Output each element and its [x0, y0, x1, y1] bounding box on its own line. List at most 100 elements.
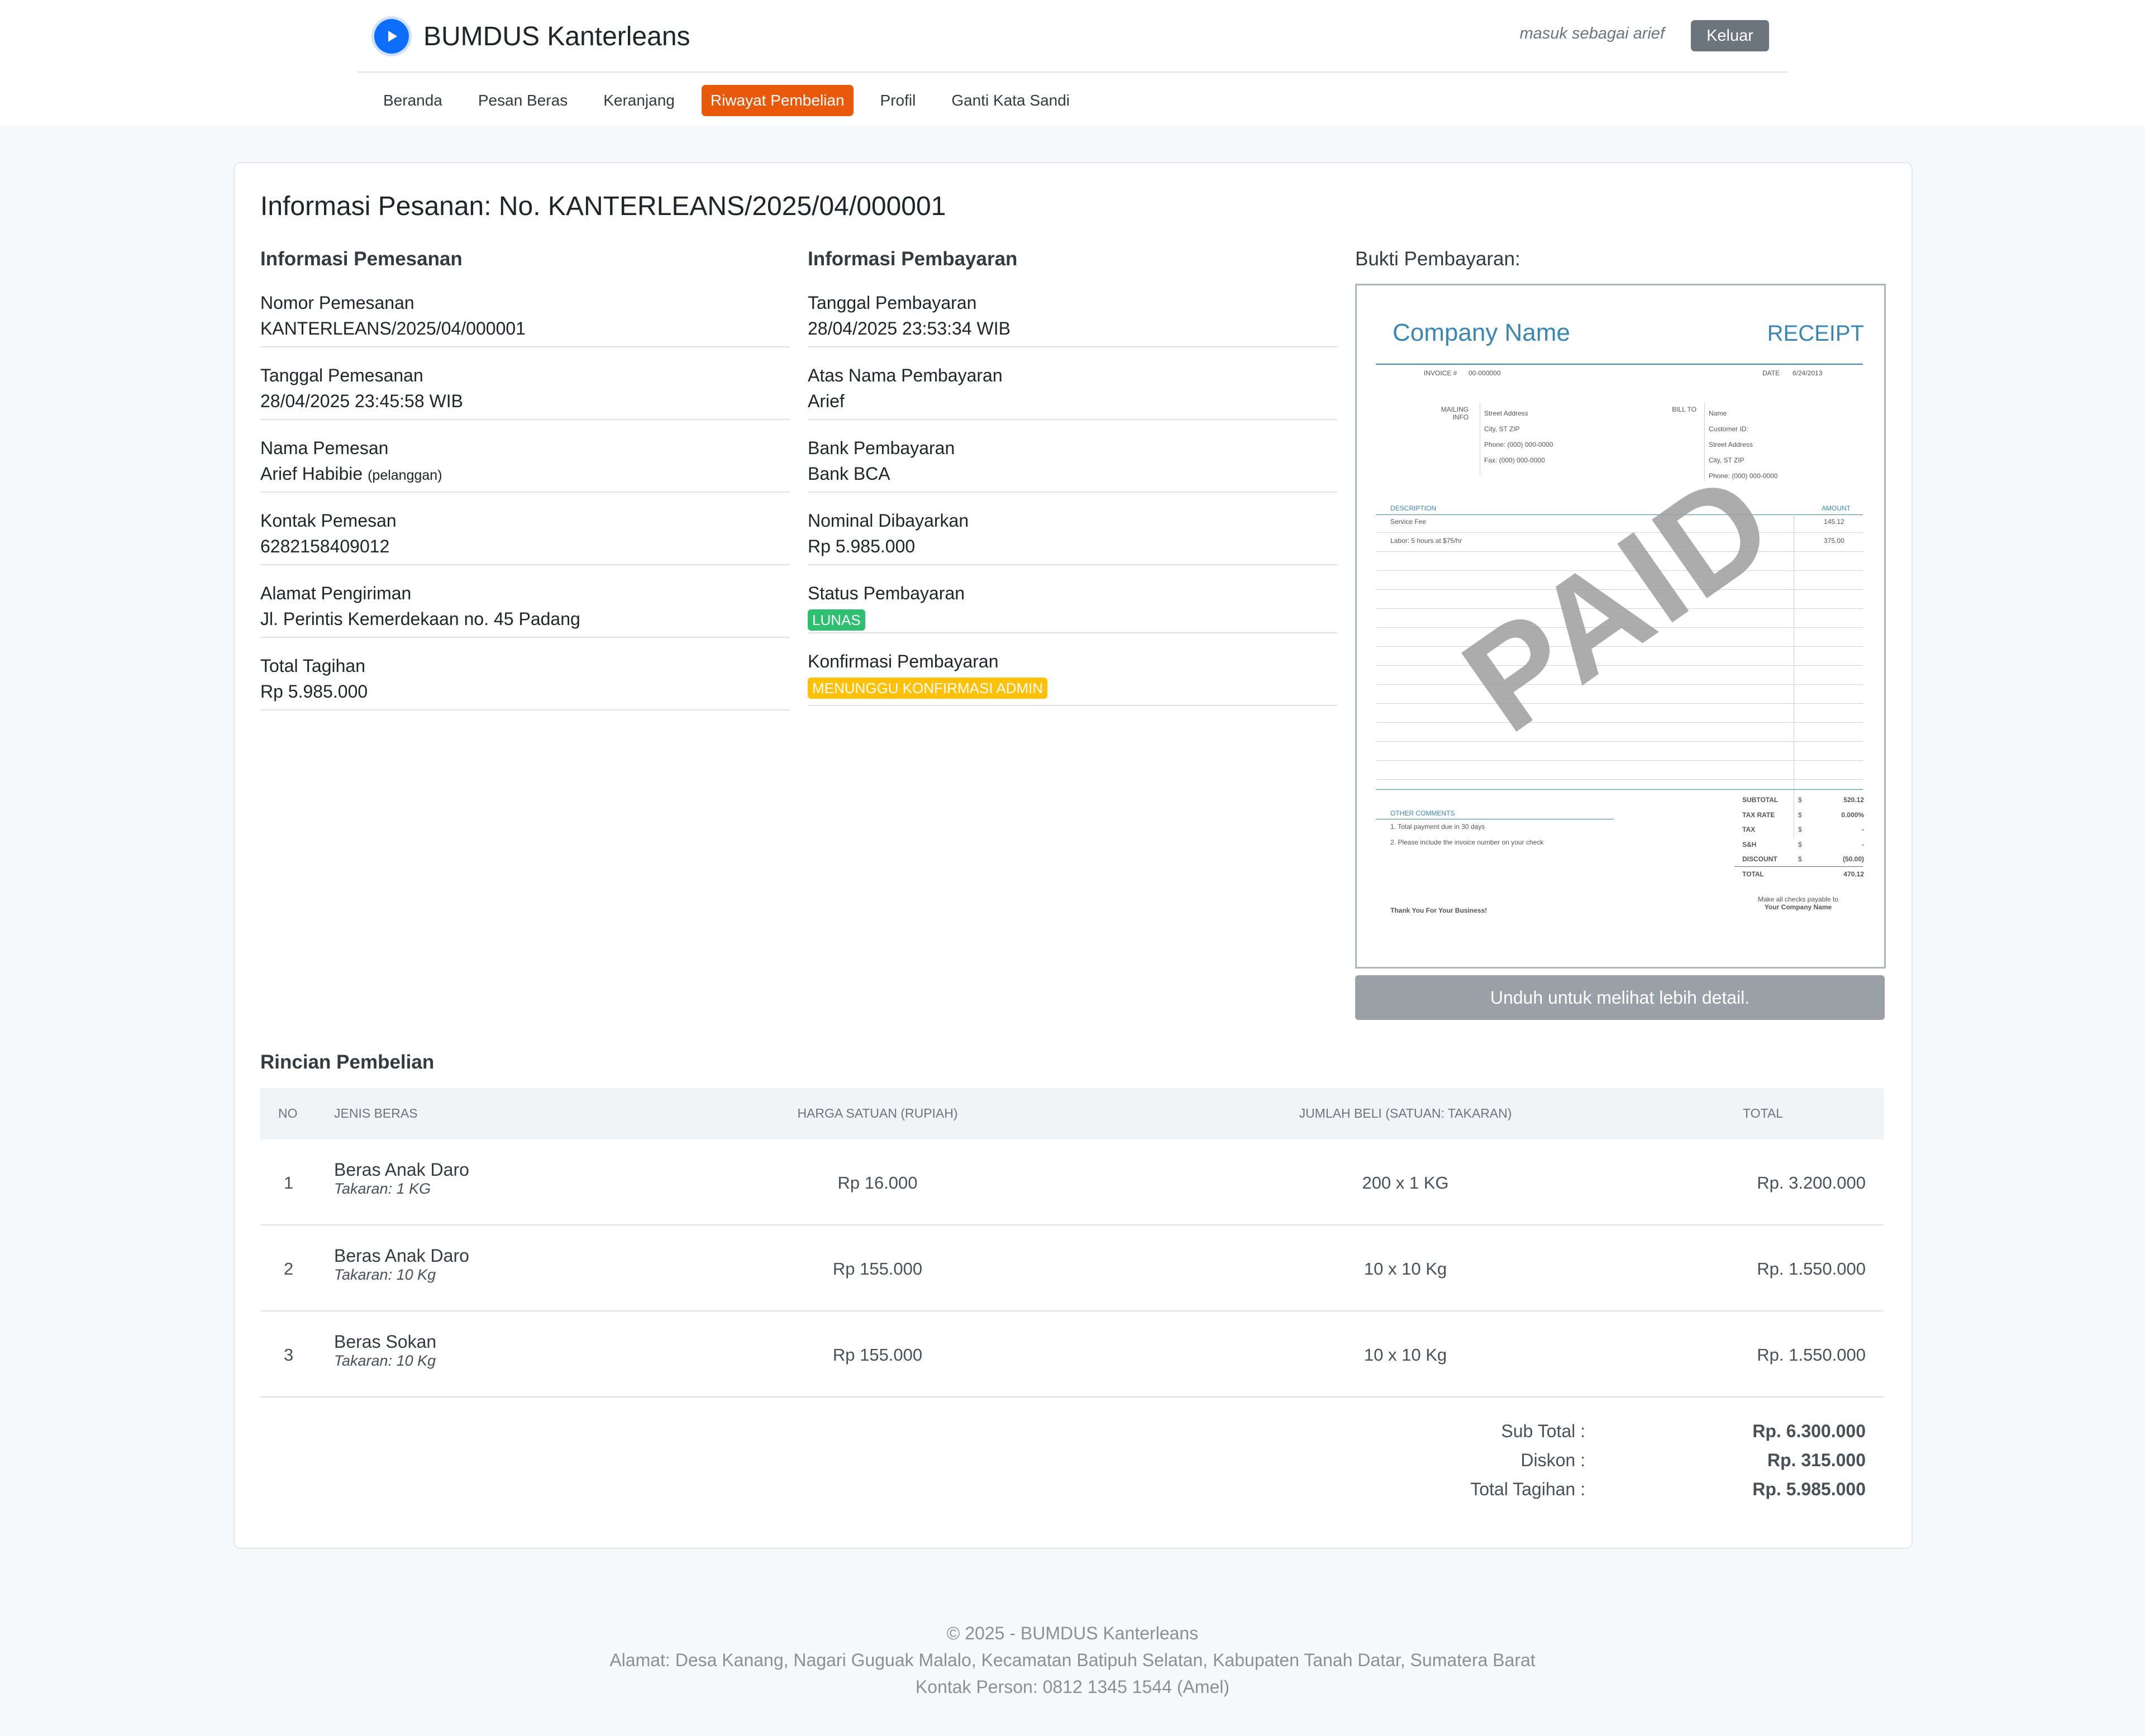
- field-value: KANTERLEANS/2025/04/000001: [260, 318, 526, 338]
- receipt-comment: 2. Please include the invoice number on …: [1390, 838, 1544, 846]
- subtotal-label: Sub Total :: [1501, 1421, 1585, 1441]
- receipt-item-desc: Labor: 5 hours at $75/hr: [1390, 537, 1462, 545]
- receipt-date-label: DATE: [1762, 369, 1780, 377]
- amount-paid-field: Nominal Dibayarkan Rp 5.985.000: [808, 508, 1337, 565]
- table-header: NO JENIS BERAS HARGA SATUAN (RUPIAH) JUM…: [260, 1088, 1884, 1139]
- field-label: Nomor Pemesanan: [260, 293, 414, 313]
- nav-pesan-beras[interactable]: Pesan Beras: [469, 85, 576, 116]
- order-date-field: Tanggal Pemesanan 28/04/2025 23:45:58 WI…: [260, 363, 790, 420]
- row-number: 3: [284, 1345, 294, 1365]
- field-label: Atas Nama Pembayaran: [808, 365, 1003, 385]
- footer-copyright: © 2025 - BUMDUS Kanterleans: [946, 1623, 1199, 1643]
- payment-bank-field: Bank Pembayaran Bank BCA: [808, 436, 1337, 493]
- field-label: Alamat Pengiriman: [260, 583, 412, 603]
- rice-size: Takaran: 10 Kg: [334, 1266, 436, 1283]
- receipt-item-amount: 145.12: [1824, 518, 1844, 526]
- field-label: Nama Pemesan: [260, 438, 389, 458]
- receipt-payable: Make all checks payable to Your Company …: [1757, 895, 1839, 911]
- quantity: 10 x 10 Kg: [1364, 1345, 1447, 1365]
- header-divider: [358, 71, 1788, 73]
- field-label: Konfirmasi Pembayaran: [808, 651, 999, 671]
- receipt-company: Company Name: [1393, 319, 1570, 346]
- footer-address: Alamat: Desa Kanang, Nagari Guguak Malal…: [609, 1650, 1536, 1670]
- footer-contact: Kontak Person: 0812 1345 1544 (Amel): [915, 1677, 1230, 1697]
- receipt-invoice-label: INVOICE #: [1424, 369, 1457, 377]
- grand-total-value: Rp. 5.985.000: [1752, 1479, 1866, 1499]
- receipt-date: 6/24/2013: [1793, 369, 1823, 377]
- column-header: JENIS BERAS: [334, 1106, 418, 1120]
- row-total: Rp. 1.550.000: [1757, 1345, 1866, 1365]
- page-title: Informasi Pesanan: No. KANTERLEANS/2025/…: [260, 192, 946, 221]
- field-value: Bank BCA: [808, 464, 890, 484]
- field-value: Jl. Perintis Kemerdekaan no. 45 Padang: [260, 609, 580, 629]
- field-label: Kontak Pemesan: [260, 511, 397, 531]
- field-value: LUNAS: [808, 605, 1337, 632]
- payment-status-field: Status Pembayaran LUNAS: [808, 581, 1337, 633]
- logout-button[interactable]: Keluar: [1691, 20, 1769, 51]
- main-nav: Beranda Pesan Beras Keranjang Riwayat Pe…: [374, 85, 1097, 116]
- column-header: TOTAL: [1743, 1106, 1783, 1120]
- receipt-item-amount: 375.00: [1824, 537, 1844, 545]
- unit-price: Rp 155.000: [832, 1259, 923, 1279]
- nav-beranda[interactable]: Beranda: [374, 85, 451, 116]
- rice-name: Beras Sokan: [334, 1332, 437, 1352]
- rice-size: Takaran: 10 Kg: [334, 1352, 436, 1369]
- shipping-address-field: Alamat Pengiriman Jl. Perintis Kemerdeka…: [260, 581, 790, 638]
- rice-size: Takaran: 1 KG: [334, 1180, 431, 1197]
- rice-name: Beras Anak Daro: [334, 1160, 469, 1180]
- rice-type: Beras Anak Daro Takaran: 1 KG: [334, 1160, 469, 1198]
- nav-ganti-kata-sandi[interactable]: Ganti Kata Sandi: [942, 85, 1079, 116]
- field-value: 28/04/2025 23:53:34 WIB: [808, 318, 1010, 338]
- proof-title: Bukti Pembayaran:: [1355, 248, 1520, 270]
- subtotal-value: Rp. 6.300.000: [1752, 1421, 1866, 1441]
- customer-role: (pelanggan): [368, 468, 442, 483]
- field-label: Nominal Dibayarkan: [808, 511, 969, 531]
- field-value: Arief: [808, 391, 845, 411]
- total-bill-field: Total Tagihan Rp 5.985.000: [260, 654, 790, 710]
- column-header: HARGA SATUAN (RUPIAH): [797, 1106, 958, 1120]
- nav-riwayat-pembelian[interactable]: Riwayat Pembelian: [701, 85, 854, 116]
- column-header: NO: [278, 1106, 298, 1120]
- download-proof-button[interactable]: Unduh untuk melihat lebih detail.: [1355, 975, 1885, 1020]
- table-row: 3 Beras Sokan Takaran: 10 Kg Rp 155.000 …: [260, 1311, 1884, 1398]
- field-value: Arief Habibie (pelanggan): [260, 460, 790, 489]
- field-label: Status Pembayaran: [808, 583, 965, 603]
- payer-name-field: Atas Nama Pembayaran Arief: [808, 363, 1337, 420]
- discount-value: Rp. 315.000: [1767, 1450, 1866, 1470]
- payment-info-title: Informasi Pembayaran: [808, 248, 1018, 270]
- field-value: 28/04/2025 23:45:58 WIB: [260, 391, 463, 411]
- field-value: Rp 5.985.000: [260, 681, 368, 702]
- row-number: 2: [284, 1259, 294, 1279]
- field-label: Tanggal Pembayaran: [808, 293, 977, 313]
- payment-date-field: Tanggal Pembayaran 28/04/2025 23:53:34 W…: [808, 290, 1337, 347]
- unit-price: Rp 155.000: [832, 1345, 923, 1365]
- confirmation-badge: MENUNGGU KONFIRMASI ADMIN: [808, 678, 1048, 699]
- row-total: Rp. 1.550.000: [1757, 1259, 1866, 1279]
- discount-label: Diskon :: [1520, 1450, 1585, 1470]
- receipt-totals-labels: SUBTOTAL TAX RATE TAX S&H DISCOUNT TOTAL: [1742, 796, 1779, 878]
- field-value: 6282158409012: [260, 536, 390, 556]
- column-header: JUMLAH BELI (SATUAN: TAKARAN): [1299, 1106, 1512, 1120]
- receipt-mailing: Street Address City, ST ZIP Phone: (000)…: [1484, 409, 1553, 464]
- table-row: 2 Beras Anak Daro Takaran: 10 Kg Rp 155.…: [260, 1225, 1884, 1311]
- receipt-comments-title: OTHER COMMENTS: [1390, 809, 1455, 817]
- nav-keranjang[interactable]: Keranjang: [594, 85, 684, 116]
- customer-name-field: Nama Pemesan Arief Habibie (pelanggan): [260, 436, 790, 493]
- receipt-invoice-no: 00-000000: [1469, 369, 1501, 377]
- order-info-title: Informasi Pemesanan: [260, 248, 463, 270]
- rice-name: Beras Anak Daro: [334, 1246, 469, 1266]
- payment-proof-image[interactable]: Company Name RECEIPT INVOICE # 00-000000…: [1355, 284, 1886, 969]
- quantity: 200 x 1 KG: [1362, 1173, 1449, 1193]
- logged-in-as-text: masuk sebagai arief: [1519, 25, 1665, 42]
- customer-contact-field: Kontak Pemesan 6282158409012: [260, 508, 790, 565]
- field-label: Bank Pembayaran: [808, 438, 955, 458]
- purchase-detail-title: Rincian Pembelian: [260, 1051, 435, 1073]
- customer-name: Arief Habibie: [260, 464, 363, 484]
- order-number-field: Nomor Pemesanan KANTERLEANS/2025/04/0000…: [260, 290, 790, 347]
- brand[interactable]: BUMDUS Kanterleans: [374, 17, 690, 56]
- receipt-comment: 1. Total payment due in 30 days: [1390, 823, 1485, 831]
- receipt-bill-label: BILL TO: [1672, 406, 1696, 413]
- nav-profil[interactable]: Profil: [871, 85, 925, 116]
- play-logo-icon: [374, 19, 409, 54]
- quantity: 10 x 10 Kg: [1364, 1259, 1447, 1279]
